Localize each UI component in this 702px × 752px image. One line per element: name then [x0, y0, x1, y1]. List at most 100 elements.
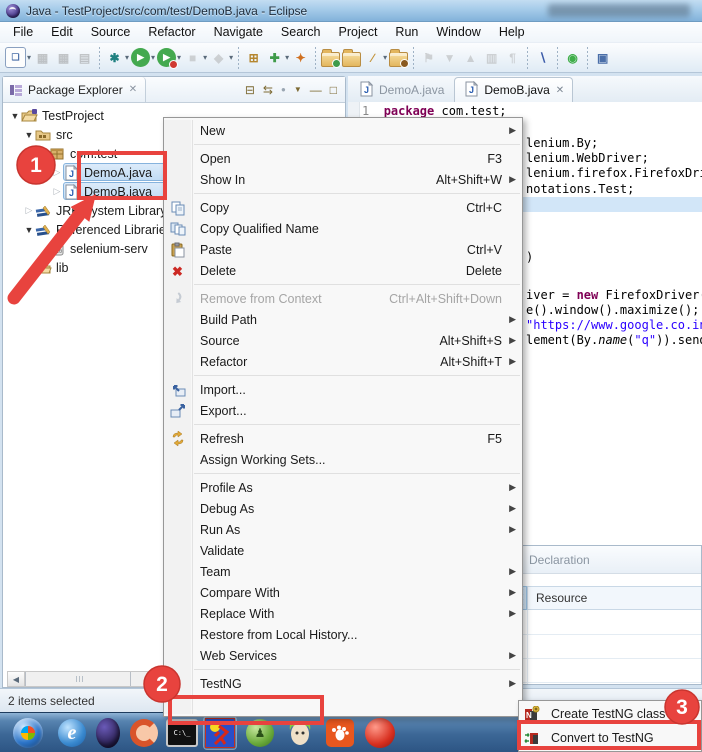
horizontal-scrollbar[interactable]: ◀ ▶	[7, 671, 165, 687]
scroll-left-icon[interactable]: ◀	[8, 672, 25, 686]
dropdown-icon[interactable]: ▼	[294, 85, 302, 94]
dropdown-arrow-icon[interactable]: ▾	[151, 53, 155, 62]
open-type-button[interactable]	[321, 46, 340, 70]
menubar-item-project[interactable]: Project	[330, 23, 387, 41]
menu-item-validate[interactable]: Validate	[164, 540, 522, 561]
expander-open-icon[interactable]: ▼	[37, 149, 49, 159]
menu-item-web-services[interactable]: Web Services▶	[164, 645, 522, 666]
scrollbar-thumb[interactable]	[25, 672, 131, 686]
menu-item-import-[interactable]: Import...	[164, 379, 522, 400]
tree-item-lib[interactable]: lib	[23, 258, 69, 277]
editor-tab-demoa-java[interactable]: JDemoA.java	[350, 78, 452, 102]
dropdown-arrow-icon[interactable]: ▾	[203, 53, 207, 62]
menu-item-source[interactable]: SourceAlt+Shift+S▶	[164, 330, 522, 351]
menu-item-copy[interactable]: CopyCtrl+C	[164, 197, 522, 218]
tree-item-referenced-libraries[interactable]: ▼Referenced Libraries	[23, 220, 172, 239]
expander-open-icon[interactable]: ▼	[9, 111, 21, 121]
submenu-item-convert-to-testng[interactable]: Convert to TestNG	[519, 726, 701, 750]
dropdown-arrow-icon[interactable]: ▾	[285, 53, 289, 62]
menu-item-team[interactable]: Team▶	[164, 561, 522, 582]
run-button[interactable]: ▶▾	[131, 46, 155, 70]
menu-item-build-path[interactable]: Build Path▶	[164, 309, 522, 330]
open-task-button[interactable]	[389, 46, 408, 70]
avatar-app[interactable]	[284, 717, 316, 749]
menu-item-testng[interactable]: TestNG▶	[164, 673, 522, 694]
tab-package-explorer[interactable]: Package Explorer ✕	[3, 77, 146, 102]
search-button[interactable]: ∕▾	[363, 46, 387, 70]
new-java-class-button[interactable]: ✚▾	[265, 46, 289, 70]
green-orb-app[interactable]: ♟	[244, 717, 276, 749]
tree-item-demob-java[interactable]: ▷JDemoB.java	[51, 182, 152, 201]
maximize-icon[interactable]: □	[330, 83, 337, 97]
tree-item-demoa-java[interactable]: ▷JDemoA.java	[51, 163, 152, 182]
menu-item-debug-as[interactable]: Debug As▶	[164, 498, 522, 519]
tree-item-selenium-serv[interactable]: 010selenium-serv	[37, 239, 148, 258]
menu-item-assign-working-sets-[interactable]: Assign Working Sets...	[164, 449, 522, 470]
menu-item-new[interactable]: New▶	[164, 120, 522, 141]
link-with-editor-icon[interactable]: ⇆	[263, 83, 273, 97]
new-testng-class-button[interactable]: ✦	[291, 46, 310, 70]
menu-item-paste[interactable]: PasteCtrl+V	[164, 239, 522, 260]
debug-button[interactable]: ✱▾	[105, 46, 129, 70]
run-testng-button[interactable]: ◉	[563, 46, 582, 70]
dropdown-arrow-icon[interactable]: ▾	[177, 53, 181, 62]
menubar-item-search[interactable]: Search	[272, 23, 330, 41]
mark-occurrences-button[interactable]: ∖	[533, 46, 552, 70]
menubar-item-navigate[interactable]: Navigate	[205, 23, 272, 41]
menubar-item-source[interactable]: Source	[82, 23, 140, 41]
menu-item-refresh[interactable]: RefreshF5	[164, 428, 522, 449]
run-external-button[interactable]: ▶▾	[157, 46, 181, 70]
dropdown-arrow-icon[interactable]: ▾	[125, 53, 129, 62]
expander-open-icon[interactable]: ▼	[23, 225, 35, 235]
submenu-item-create-testng-class[interactable]: NCreate TestNG class	[519, 702, 701, 726]
dropdown-arrow-icon[interactable]: ▾	[383, 53, 387, 62]
menubar-item-refactor[interactable]: Refactor	[139, 23, 204, 41]
start-button[interactable]	[12, 717, 44, 749]
menubar-item-run[interactable]: Run	[386, 23, 427, 41]
menu-item-compare-with[interactable]: Compare With▶	[164, 582, 522, 603]
minimize-icon[interactable]: —	[310, 83, 322, 97]
expander-closed-icon[interactable]: ▷	[23, 205, 35, 216]
open-resource-button[interactable]	[342, 46, 361, 70]
eclipse-app[interactable]	[92, 717, 124, 749]
tree-item-src[interactable]: ▼src	[23, 125, 73, 144]
menu-item-replace-with[interactable]: Replace With▶	[164, 603, 522, 624]
tree-item-com-test[interactable]: ▼com.test	[37, 144, 117, 163]
menubar-item-edit[interactable]: Edit	[42, 23, 82, 41]
expander-closed-icon[interactable]: ▷	[51, 186, 63, 197]
java-perspective-button[interactable]: ▣	[593, 46, 612, 70]
view-menu-icon[interactable]: ●	[281, 85, 286, 94]
menu-item-open[interactable]: OpenF3	[164, 148, 522, 169]
menu-item-show-in[interactable]: Show InAlt+Shift+W▶	[164, 169, 522, 190]
paint-app[interactable]	[204, 717, 236, 749]
internet-explorer[interactable]: e	[56, 717, 88, 749]
menu-item-delete[interactable]: ✖DeleteDelete	[164, 260, 522, 281]
editor-tab-demob-java[interactable]: JDemoB.java✕	[454, 77, 573, 102]
gnome-app[interactable]	[324, 717, 356, 749]
dropdown-arrow-icon[interactable]: ▾	[27, 53, 31, 62]
new-java-project-button[interactable]: ⊞	[244, 46, 263, 70]
scroll-right-icon[interactable]: ▶	[147, 672, 164, 686]
tree-item-testproject[interactable]: ▼TestProject	[9, 106, 104, 125]
menu-item-run-as[interactable]: Run As▶	[164, 519, 522, 540]
menubar-item-file[interactable]: File	[4, 23, 42, 41]
tree-item-jre-system-library[interactable]: ▷JRE System Library	[23, 201, 166, 220]
table-header-resource[interactable]: Resource	[527, 586, 701, 610]
menu-item-profile-as[interactable]: Profile As▶	[164, 477, 522, 498]
menubar-item-help[interactable]: Help	[490, 23, 534, 41]
new-wizard-button[interactable]: ❏▾	[5, 46, 31, 70]
menu-item-refactor[interactable]: RefactorAlt+Shift+T▶	[164, 351, 522, 372]
close-tab-icon[interactable]: ✕	[556, 85, 564, 96]
collapse-all-icon[interactable]: ⊟	[245, 83, 255, 97]
menu-item-restore-from-local-history-[interactable]: Restore from Local History...	[164, 624, 522, 645]
orange-swirl-app[interactable]	[128, 717, 160, 749]
menubar-item-window[interactable]: Window	[427, 23, 489, 41]
command-prompt[interactable]: C:\_	[166, 717, 198, 749]
close-view-icon[interactable]: ✕	[129, 84, 137, 95]
expander-closed-icon[interactable]: ▷	[51, 167, 63, 178]
red-orb-app[interactable]	[364, 717, 396, 749]
expander-open-icon[interactable]: ▼	[23, 130, 35, 140]
menu-item-export-[interactable]: Export...	[164, 400, 522, 421]
menu-item-copy-qualified-name[interactable]: Copy Qualified Name	[164, 218, 522, 239]
dropdown-arrow-icon[interactable]: ▾	[229, 53, 233, 62]
